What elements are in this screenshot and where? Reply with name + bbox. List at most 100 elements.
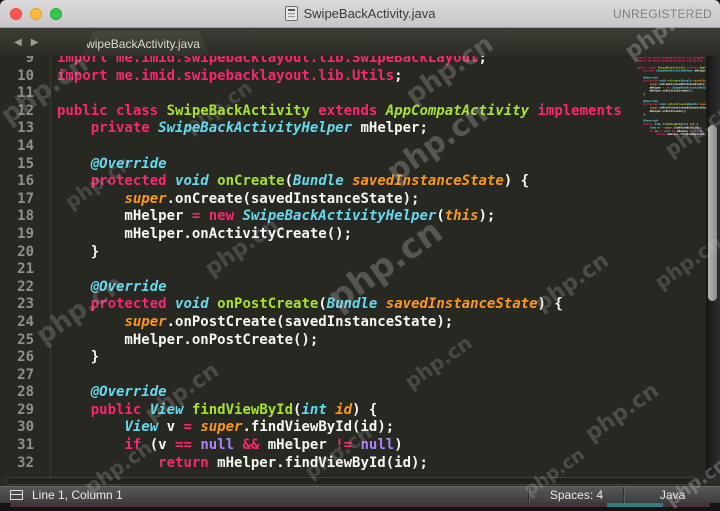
code-line[interactable]: protected void onCreate(Bundle savedInst… <box>57 173 637 191</box>
code-token: Bundle <box>327 296 378 312</box>
code-token: extends <box>310 103 386 119</box>
code-line[interactable]: import me.imid.swipebacklayout.lib.Utils… <box>57 68 637 86</box>
code-token: AppCompatActivity <box>386 103 529 119</box>
code-token: super <box>124 191 166 207</box>
code-token <box>209 296 217 312</box>
code-line[interactable]: import me.imid.swipebacklayout.lib.Swipe… <box>57 56 637 68</box>
line-number: 28 <box>0 384 50 402</box>
code-token: null <box>200 437 234 453</box>
code-token: mHelper.onPostCreate(); <box>57 332 318 348</box>
code-line[interactable]: super.onPostCreate(savedInstanceState); <box>57 314 637 332</box>
code-line[interactable]: mHelper = new SwipeBackActivityHelper(th… <box>57 208 637 226</box>
forward-icon[interactable]: ▶ <box>31 37 39 48</box>
code-line[interactable] <box>57 85 637 103</box>
minimap[interactable]: import me.imid.swipebacklayout.lib.Swipe… <box>637 56 706 477</box>
code-line[interactable] <box>57 367 637 385</box>
code-token: @Override <box>91 384 167 400</box>
vertical-scrollbar[interactable] <box>706 56 720 477</box>
tab-swipebackactivity[interactable]: SwipeBackActivity.java × <box>82 31 210 56</box>
zoom-window-button[interactable] <box>50 8 62 20</box>
code-token <box>209 173 217 189</box>
code-editor[interactable]: 9101112131415161718192021222324252627282… <box>0 56 637 477</box>
code-token <box>57 296 91 312</box>
code-line[interactable]: super.onCreate(savedInstanceState); <box>57 191 637 209</box>
code-line[interactable]: View v = super.findViewById(id); <box>57 419 637 437</box>
code-token <box>57 384 91 400</box>
code-line[interactable]: public class SwipeBackActivity extends A… <box>57 103 637 121</box>
window-title-group: SwipeBackActivity.java <box>285 6 436 21</box>
horizontal-scrollbar[interactable] <box>0 477 720 486</box>
syntax-setting[interactable]: Java <box>623 487 720 503</box>
code-line[interactable]: @Override <box>57 384 637 402</box>
code-token: View <box>150 402 184 418</box>
code-token: mHelper.findViewById(id); <box>666 133 706 136</box>
tab-label: SwipeBackActivity.java <box>78 37 200 51</box>
panel-toggle-icon[interactable] <box>10 490 23 500</box>
code-token: == <box>175 437 192 453</box>
indent-setting[interactable]: Spaces: 4 <box>528 487 624 503</box>
line-number: 9 <box>0 56 50 68</box>
code-token: .onPostCreate(savedInstanceState); <box>167 314 454 330</box>
status-left[interactable]: Line 1, Column 1 <box>10 487 123 503</box>
close-window-button[interactable] <box>10 8 22 20</box>
gutter[interactable]: 9101112131415161718192021222324252627282… <box>0 56 50 472</box>
vertical-scrollbar-thumb[interactable] <box>708 125 717 301</box>
code-line[interactable]: private SwipeBackActivityHelper mHelper; <box>57 120 637 138</box>
code-token: v <box>158 419 183 435</box>
back-icon[interactable]: ◀ <box>14 37 22 48</box>
code-line[interactable]: @Override <box>57 279 637 297</box>
code-token: mHelper.findViewById(id); <box>209 455 428 471</box>
code-line[interactable]: if (v == null && mHelper != null) <box>57 437 637 455</box>
code-token: ) { <box>504 173 529 189</box>
code-token <box>183 402 191 418</box>
minimize-window-button[interactable] <box>30 8 42 20</box>
code-token: } <box>57 244 99 260</box>
code-token: && <box>242 437 259 453</box>
code-token: ( <box>436 208 444 224</box>
code-token: SwipeBackActivityHelper <box>242 208 436 224</box>
code-token: ) { <box>538 296 563 312</box>
code-token: mHelper; <box>352 120 428 136</box>
code-token: ( <box>285 173 293 189</box>
code-line[interactable] <box>57 138 637 156</box>
code-token: = new <box>192 208 243 224</box>
cursor-position[interactable]: Line 1, Column 1 <box>32 488 123 502</box>
code-line[interactable]: private SwipeBackActivityHelper mHelper; <box>637 69 706 72</box>
tab-nav: ◀ ▶ <box>14 28 38 56</box>
code-token <box>377 296 385 312</box>
code-line[interactable]: return mHelper.findViewById(id); <box>57 455 637 473</box>
code-token: savedInstanceState <box>386 296 538 312</box>
code-line[interactable] <box>57 261 637 279</box>
line-number: 22 <box>0 279 50 297</box>
title-bar[interactable]: SwipeBackActivity.java UNREGISTERED <box>0 0 720 28</box>
code-token <box>57 191 124 207</box>
code-line[interactable]: } <box>57 244 637 262</box>
line-number: 23 <box>0 296 50 314</box>
code-line[interactable]: @Override <box>57 156 637 174</box>
tab-close-icon[interactable]: × <box>207 38 214 50</box>
code-token: void <box>175 173 209 189</box>
bottom-left-corner <box>0 503 10 507</box>
line-number: 26 <box>0 349 50 367</box>
code-line[interactable]: mHelper.onActivityCreate(); <box>57 226 637 244</box>
code-token: ; <box>478 56 486 66</box>
code-line[interactable]: mHelper.onPostCreate(); <box>57 332 637 350</box>
horizontal-scrollbar-track[interactable] <box>6 477 698 485</box>
traffic-lights <box>10 0 62 28</box>
bottom-edge-teal <box>607 503 663 507</box>
code-line[interactable]: import me.imid.swipebacklayout.lib.Utils… <box>637 59 706 62</box>
code-token: protected <box>91 296 175 312</box>
line-number: 14 <box>0 138 50 156</box>
code-token <box>57 314 124 330</box>
code-lines[interactable]: import me.imid.swipebacklayout.lib.Swipe… <box>57 56 637 472</box>
code-token: ) <box>394 437 402 453</box>
line-number: 29 <box>0 402 50 420</box>
code-token: public class <box>57 103 167 119</box>
code-line[interactable]: } <box>57 349 637 367</box>
code-line[interactable]: protected void onPostCreate(Bundle saved… <box>57 296 637 314</box>
code-token: mHelper; <box>693 69 706 72</box>
code-token: onCreate <box>217 173 284 189</box>
code-token <box>637 133 656 136</box>
code-line[interactable]: return mHelper.findViewById(id); <box>637 133 706 136</box>
code-line[interactable]: public View findViewById(int id) { <box>57 402 637 420</box>
